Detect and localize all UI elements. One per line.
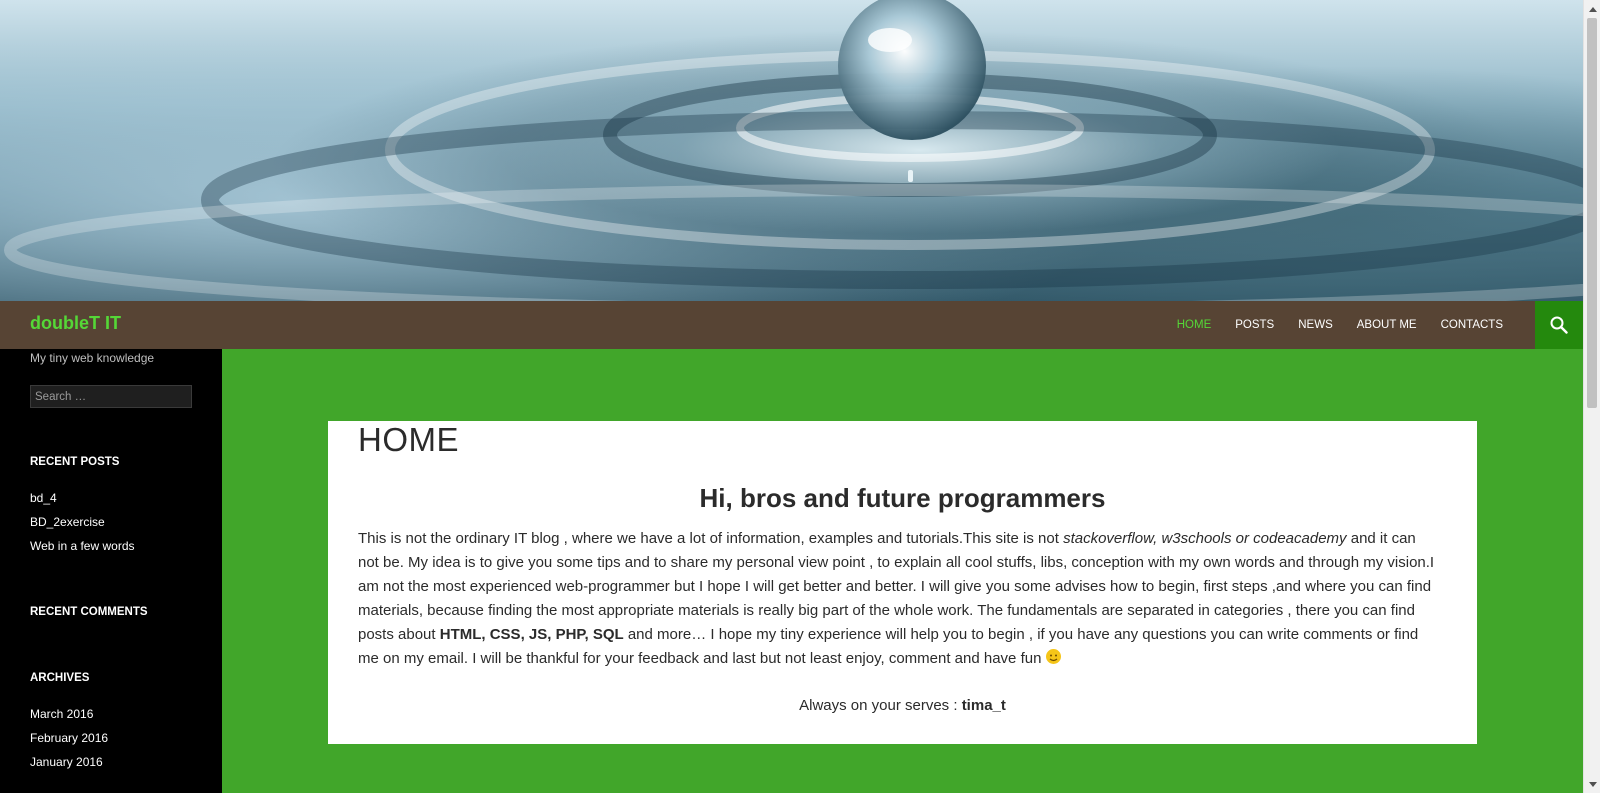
scroll-up-icon[interactable]: [1584, 0, 1600, 17]
post-body-italic: stackoverflow, w3schools or codeacademy: [1063, 530, 1347, 547]
recent-posts-title: RECENT POSTS: [30, 456, 120, 468]
smiley-icon: [1045, 649, 1061, 664]
vertical-scrollbar[interactable]: [1583, 0, 1600, 793]
water-drop-icon: [4, 0, 1583, 301]
post-body-text: This is not the ordinary IT blog , where…: [358, 530, 1064, 547]
recent-post-link[interactable]: BD_2exercise: [30, 515, 105, 529]
page-content-card: HOME Hi, bros and future programmers Thi…: [328, 421, 1477, 744]
scroll-down-icon[interactable]: [1584, 776, 1600, 793]
top-navigation-bar: doubleT IT HOME POSTS NEWS ABOUT ME CONT…: [0, 301, 1583, 349]
signoff: Always on your serves : tima_t: [328, 697, 1477, 714]
nav-item-about-me[interactable]: ABOUT ME: [1357, 319, 1417, 331]
author-name: tima_t: [961, 697, 1006, 714]
post-body: This is not the ordinary IT blog , where…: [358, 527, 1438, 671]
signoff-text: Always on your serves :: [799, 697, 962, 714]
post-heading: Hi, bros and future programmers: [699, 483, 1106, 513]
search-input[interactable]: [30, 385, 192, 408]
nav-item-news[interactable]: NEWS: [1298, 319, 1333, 331]
recent-post-link[interactable]: Web in a few words: [30, 539, 135, 553]
archive-link[interactable]: March 2016: [30, 707, 93, 721]
nav-item-home[interactable]: HOME: [1177, 319, 1212, 331]
site-title[interactable]: doubleT IT: [30, 313, 121, 334]
site-tagline: My tiny web knowledge: [30, 351, 155, 365]
nav-item-posts[interactable]: POSTS: [1235, 319, 1274, 331]
archive-link[interactable]: February 2016: [30, 731, 108, 745]
search-toggle-button[interactable]: [1535, 301, 1583, 349]
post-body-bold: HTML, CSS, JS, PHP, SQL: [439, 626, 624, 643]
recent-post-link[interactable]: bd_4: [30, 491, 57, 505]
archive-link[interactable]: January 2016: [30, 755, 103, 769]
header-banner-image: [0, 0, 1583, 301]
sidebar: My tiny web knowledge RECENT POSTS bd_4 …: [0, 349, 222, 793]
search-icon: [1550, 316, 1568, 334]
scrollbar-thumb[interactable]: [1587, 18, 1597, 408]
archives-title: ARCHIVES: [30, 672, 90, 684]
nav-item-contacts[interactable]: CONTACTS: [1441, 319, 1503, 331]
primary-menu: HOME POSTS NEWS ABOUT ME CONTACTS: [1153, 301, 1503, 349]
recent-comments-title: RECENT COMMENTS: [30, 606, 148, 618]
page-title: HOME: [358, 421, 459, 458]
